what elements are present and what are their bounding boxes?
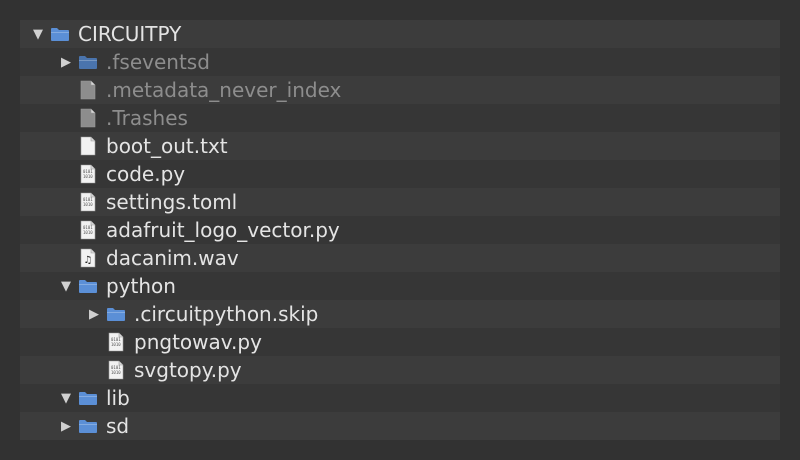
- tree-row[interactable]: ▶ .circuitpython.skip: [20, 300, 780, 328]
- tree-item-label: .metadata_never_index: [106, 78, 342, 102]
- tree-item-label: lib: [106, 386, 130, 410]
- tree-row[interactable]: ▼ python: [20, 272, 780, 300]
- tree-row[interactable]: .Trashes: [20, 104, 780, 132]
- tree-item-label: python: [106, 274, 176, 298]
- tree-row[interactable]: 0101 1010 code.py: [20, 160, 780, 188]
- code-file-icon: 0101 1010: [78, 192, 98, 212]
- tree-item-label: CIRCUITPY: [78, 22, 182, 46]
- tree-item-label: .circuitpython.skip: [134, 302, 319, 326]
- file-tree-rows: ▼ CIRCUITPY ▶ .fseventsd .metadata_never_ind…: [20, 20, 780, 440]
- folder-icon: [78, 52, 98, 72]
- tree-row[interactable]: 0101 1010 pngtowav.py: [20, 328, 780, 356]
- tree-item-label: settings.toml: [106, 190, 238, 214]
- tree-row[interactable]: 0101 1010 svgtopy.py: [20, 356, 780, 384]
- tree-item-label: .fseventsd: [106, 50, 210, 74]
- tree-row[interactable]: ▶ sd: [20, 412, 780, 440]
- tree-row[interactable]: 0101 1010 settings.toml: [20, 188, 780, 216]
- folder-icon: [50, 24, 70, 44]
- tree-item-label: svgtopy.py: [134, 358, 242, 382]
- code-file-icon: 0101 1010: [78, 220, 98, 240]
- folder-icon: [78, 276, 98, 296]
- code-file-icon: 0101 1010: [78, 164, 98, 184]
- expanded-triangle-icon[interactable]: ▼: [58, 390, 74, 406]
- expanded-triangle-icon[interactable]: ▼: [30, 26, 46, 42]
- collapsed-triangle-icon[interactable]: ▶: [86, 306, 102, 322]
- collapsed-triangle-icon[interactable]: ▶: [58, 54, 74, 70]
- folder-icon: [78, 416, 98, 436]
- document-icon: [78, 80, 98, 100]
- svg-text:♫: ♫: [84, 255, 93, 266]
- text-file-icon: [78, 136, 98, 156]
- tree-item-label: dacanim.wav: [106, 246, 239, 270]
- tree-row[interactable]: .metadata_never_index: [20, 76, 780, 104]
- svg-text:1010: 1010: [83, 174, 93, 179]
- tree-row[interactable]: ♫ dacanim.wav: [20, 244, 780, 272]
- tree-item-label: .Trashes: [106, 106, 188, 130]
- tree-row[interactable]: ▶ .fseventsd: [20, 48, 780, 76]
- folder-icon: [106, 304, 126, 324]
- expanded-triangle-icon[interactable]: ▼: [58, 278, 74, 294]
- svg-text:1010: 1010: [111, 370, 121, 375]
- code-file-icon: 0101 1010: [106, 360, 126, 380]
- tree-item-label: sd: [106, 414, 130, 438]
- tree-item-label: code.py: [106, 162, 186, 186]
- svg-text:1010: 1010: [83, 202, 93, 207]
- audio-file-icon: ♫: [78, 248, 98, 268]
- collapsed-triangle-icon[interactable]: ▶: [58, 418, 74, 434]
- tree-item-label: pngtowav.py: [134, 330, 262, 354]
- tree-row[interactable]: 0101 1010 adafruit_logo_vector.py: [20, 216, 780, 244]
- tree-item-label: boot_out.txt: [106, 134, 228, 158]
- folder-icon: [78, 388, 98, 408]
- file-tree: ▼ CIRCUITPY ▶ .fseventsd .metadata_never_ind…: [20, 20, 780, 440]
- document-icon: [78, 108, 98, 128]
- code-file-icon: 0101 1010: [106, 332, 126, 352]
- tree-row[interactable]: boot_out.txt: [20, 132, 780, 160]
- svg-text:1010: 1010: [111, 342, 121, 347]
- tree-row[interactable]: ▼ CIRCUITPY: [20, 20, 780, 48]
- tree-item-label: adafruit_logo_vector.py: [106, 218, 340, 242]
- svg-text:1010: 1010: [83, 230, 93, 235]
- tree-row[interactable]: ▼ lib: [20, 384, 780, 412]
